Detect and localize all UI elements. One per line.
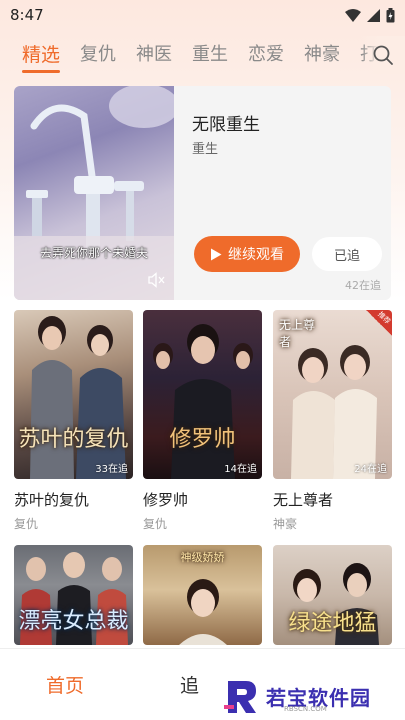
continue-watching-button[interactable]: 继续观看: [194, 236, 300, 272]
poster-title-art: 修罗帅: [169, 427, 236, 452]
poster-follow-count: 14在追: [224, 464, 257, 475]
poster-figures: [153, 324, 253, 479]
recommend-badge: 推荐: [366, 310, 392, 336]
drama-card[interactable]: 漂亮女总裁: [14, 545, 133, 645]
followed-button[interactable]: 已追: [312, 237, 382, 271]
tab-jingxuan[interactable]: 精选: [22, 39, 61, 73]
category-tabs: 精选 复仇 神医 重生 恋爱 神豪 打: [0, 36, 405, 74]
status-bar: 8:47: [0, 0, 405, 30]
drama-card[interactable]: 绿途地猛: [273, 545, 392, 645]
drama-genre: 复仇: [14, 517, 39, 531]
tab-chongsheng[interactable]: 重生: [192, 39, 228, 71]
search-button[interactable]: [361, 36, 405, 74]
battery-icon: [386, 7, 395, 22]
speaker-mute-icon: [148, 272, 165, 288]
signal-icon: [367, 8, 380, 22]
tab-shenyi[interactable]: 神医: [136, 39, 172, 71]
poster-follow-count: 24在追: [354, 464, 387, 475]
drama-title: 苏叶的复仇: [14, 491, 90, 509]
drama-card[interactable]: 苏叶的复仇 33在追 苏叶的复仇 复仇: [14, 310, 133, 532]
drama-card[interactable]: 神级娇娇: [143, 545, 262, 645]
status-icons: [345, 7, 395, 23]
drama-title: 无上尊者: [273, 491, 334, 509]
poster-follow-count: 33在追: [95, 464, 128, 475]
drama-poster[interactable]: 绿途地猛: [273, 545, 392, 645]
status-time: 8:47: [10, 6, 44, 24]
drama-genre: 复仇: [143, 517, 168, 531]
tab-lianai[interactable]: 恋爱: [248, 39, 284, 71]
drama-poster[interactable]: 无上尊者 推荐 24在追: [273, 310, 392, 479]
poster-title-art: 无上尊者: [279, 318, 316, 349]
featured-follower-count: 42在追: [345, 279, 381, 292]
drama-genre: 神豪: [273, 517, 298, 531]
search-icon: [373, 45, 393, 65]
poster-title-art: 苏叶的复仇: [18, 427, 129, 452]
wifi-icon: [345, 8, 361, 22]
drama-poster[interactable]: 修罗帅 14在追: [143, 310, 262, 479]
tab-fuchou[interactable]: 复仇: [80, 39, 116, 71]
mute-button[interactable]: [148, 272, 166, 292]
featured-card[interactable]: 去弄死你那个未婚夫 无限重生 重生 继续观看 已追 42在追: [14, 86, 391, 300]
drama-card[interactable]: 无上尊者 推荐 24在追 无上尊者 神豪: [273, 310, 392, 532]
drama-poster[interactable]: 漂亮女总裁: [14, 545, 133, 645]
watermark-logo-icon: [224, 681, 256, 713]
tab-shenhao[interactable]: 神豪: [304, 39, 340, 71]
featured-title: 无限重生: [192, 115, 260, 135]
drama-poster[interactable]: 神级娇娇: [143, 545, 262, 645]
poster-figures: [30, 316, 126, 479]
faucet-illustration: [14, 86, 174, 300]
drama-poster[interactable]: 苏叶的复仇 33在追: [14, 310, 133, 479]
featured-caption: 去弄死你那个未婚夫: [39, 246, 148, 260]
continue-watching-label: 继续观看: [228, 247, 284, 263]
poster-title-art: 漂亮女总裁: [18, 609, 129, 634]
drama-title: 修罗帅: [143, 491, 189, 509]
poster-title-art: 神级娇娇: [180, 551, 225, 564]
play-icon: [211, 248, 222, 260]
featured-video-thumbnail[interactable]: 去弄死你那个未婚夫: [14, 86, 174, 300]
poster-title-art: 绿途地猛: [288, 611, 377, 636]
drama-card[interactable]: 修罗帅 14在追 修罗帅 复仇: [143, 310, 262, 532]
watermark-subtext: RBSCN.COM: [284, 705, 327, 713]
nav-follow[interactable]: 追: [180, 671, 199, 698]
watermark: 若宝软件园 RBSCN.COM: [222, 672, 405, 720]
featured-genre: 重生: [192, 142, 219, 157]
nav-home[interactable]: 首页: [46, 671, 84, 698]
